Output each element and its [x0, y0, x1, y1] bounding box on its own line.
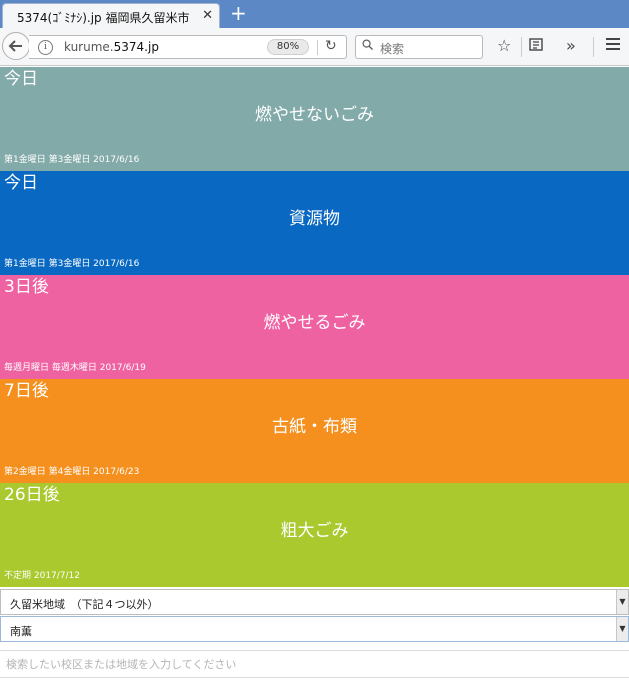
url-divider: [317, 40, 318, 55]
search-icon: [362, 39, 373, 50]
area-select-value: 久留米地域 （下記４つ以外）: [10, 598, 159, 611]
active-tab[interactable]: 5374(ｺﾞﾐﾅｼ).jp 福岡県久留米市 ✕: [2, 3, 220, 28]
browser-search-placeholder: 検索: [380, 42, 405, 56]
collection-rule: 第1金曜日 第3金曜日 2017/6/16: [4, 259, 140, 269]
schedule-list: 今日 燃やせないごみ 第1金曜日 第3金曜日 2017/6/16 今日 資源物 …: [0, 67, 629, 587]
days-until: 今日: [4, 173, 38, 193]
schedule-item[interactable]: 今日 資源物 第1金曜日 第3金曜日 2017/6/16: [0, 171, 629, 275]
back-arrow-icon[interactable]: [2, 32, 30, 60]
trash-type: 粗大ごみ: [280, 521, 349, 541]
collection-rule: 第1金曜日 第3金曜日 2017/6/16: [4, 155, 140, 165]
hamburger-menu-icon[interactable]: [605, 36, 621, 57]
tab-bar: 5374(ｺﾞﾐﾅｼ).jp 福岡県久留米市 ✕ +: [0, 0, 629, 28]
schedule-item[interactable]: 7日後 古紙・布類 第2金曜日 第4金曜日 2017/6/23: [0, 379, 629, 483]
trash-type: 古紙・布類: [272, 417, 357, 437]
reader-list-icon[interactable]: [528, 36, 544, 57]
bookmark-star-icon[interactable]: ☆: [497, 36, 511, 56]
district-select-value: 南薫: [10, 625, 32, 638]
info-icon[interactable]: i: [38, 40, 53, 55]
trash-type: 燃やせないごみ: [255, 105, 374, 125]
collection-rule: 第2金曜日 第4金曜日 2017/6/23: [4, 467, 140, 477]
schedule-item[interactable]: 3日後 燃やせるごみ 毎週月曜日 毎週木曜日 2017/6/19: [0, 275, 629, 379]
trash-type: 資源物: [289, 209, 340, 229]
days-until: 7日後: [4, 381, 49, 401]
trash-type: 燃やせるごみ: [263, 313, 366, 333]
district-search[interactable]: [0, 650, 629, 678]
tab-title: 5374(ｺﾞﾐﾅｼ).jp 福岡県久留米市: [17, 11, 190, 25]
browser-toolbar: i kurume.5374.jp 80% ↻ 検索 ☆ »: [0, 28, 629, 66]
days-until: 26日後: [4, 485, 60, 505]
chevron-down-icon[interactable]: ▼: [616, 617, 628, 641]
collection-rule: 不定期 2017/7/12: [4, 571, 81, 581]
collection-rule: 毎週月曜日 毎週木曜日 2017/6/19: [4, 363, 146, 373]
chevron-down-icon[interactable]: ▼: [616, 590, 628, 614]
toolbar-divider: [593, 37, 594, 57]
zoom-indicator[interactable]: 80%: [267, 39, 309, 55]
reload-icon[interactable]: ↻: [325, 38, 337, 54]
new-tab-icon[interactable]: +: [230, 2, 247, 24]
days-until: 今日: [4, 69, 38, 89]
district-search-input[interactable]: [0, 651, 629, 677]
overflow-chevron-icon[interactable]: »: [566, 36, 576, 56]
close-tab-icon[interactable]: ✕: [202, 8, 213, 23]
schedule-item[interactable]: 今日 燃やせないごみ 第1金曜日 第3金曜日 2017/6/16: [0, 67, 629, 171]
days-until: 3日後: [4, 277, 49, 297]
schedule-item[interactable]: 26日後 粗大ごみ 不定期 2017/7/12: [0, 483, 629, 587]
url-text[interactable]: kurume.5374.jp: [64, 40, 159, 54]
district-select[interactable]: 南薫 ▼: [0, 616, 629, 642]
area-select[interactable]: 久留米地域 （下記４つ以外） ▼: [0, 589, 629, 615]
toolbar-divider: [521, 37, 522, 57]
browser-search-bar[interactable]: 検索: [355, 35, 483, 59]
url-bar[interactable]: i kurume.5374.jp 80% ↻: [29, 35, 347, 59]
